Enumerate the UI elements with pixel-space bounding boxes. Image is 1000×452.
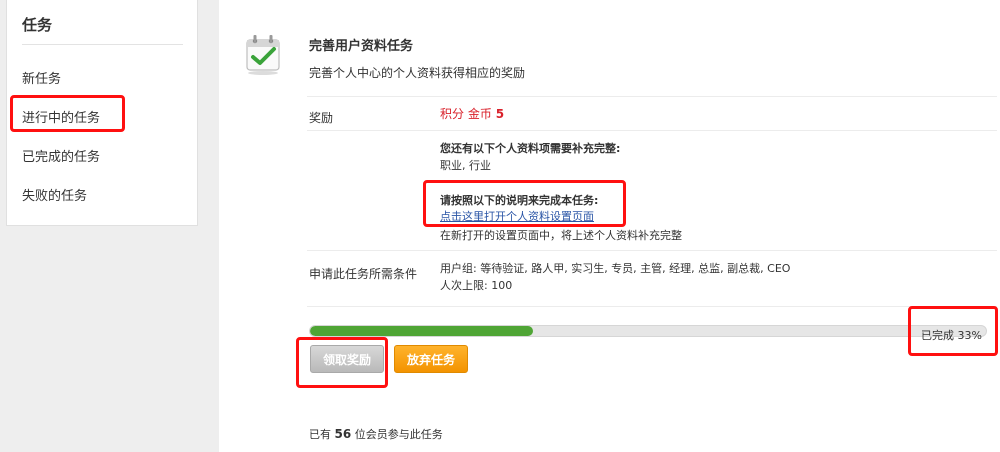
reward-points: 积分 (440, 107, 465, 121)
divider (307, 250, 997, 251)
abandon-task-button[interactable]: 放弃任务 (394, 345, 468, 373)
highlight-box-progress (908, 306, 998, 356)
participants-count: 56 (334, 427, 352, 441)
highlight-box-in-progress (10, 95, 125, 132)
user-groups: 用户组: 等待验证, 路人甲, 实习生, 专员, 主管, 经理, 总监, 副总裁… (440, 262, 791, 275)
progress-bar (309, 325, 987, 337)
reward-coin: 金币 (467, 107, 492, 121)
highlight-box-instructions (423, 180, 626, 227)
sidebar-title: 任务 (22, 16, 53, 34)
divider (307, 96, 997, 97)
highlight-box-claim-button (296, 337, 388, 388)
progress-bar-fill (310, 326, 534, 336)
conditions-label: 申请此任务所需条件 (309, 267, 418, 281)
missing-fields: 职业, 行业 (440, 159, 491, 172)
sidebar-item-failed-tasks[interactable]: 失败的任务 (22, 185, 87, 204)
instructions-note: 在新打开的设置页面中，将上述个人资料补充完整 (440, 229, 682, 242)
missing-fields-heading: 您还有以下个人资料项需要补充完整: (440, 142, 621, 155)
participants-prefix: 已有 (309, 428, 331, 441)
participant-limit: 人次上限: 100 (440, 279, 513, 292)
reward-value: 积分 金币 5 (440, 106, 504, 122)
sidebar-item-new-tasks[interactable]: 新任务 (22, 68, 61, 87)
reward-amount: 5 (495, 107, 505, 121)
divider (307, 130, 997, 131)
participants-info: 已有 56 位会员参与此任务 (309, 426, 443, 442)
sidebar-item-completed-tasks[interactable]: 已完成的任务 (22, 146, 100, 165)
task-checklist-icon (246, 35, 280, 75)
task-title: 完善用户资料任务 (309, 39, 414, 54)
task-description: 完善个人中心的个人资料获得相应的奖励 (309, 66, 526, 80)
divider (307, 306, 997, 307)
participants-suffix: 位会员参与此任务 (354, 428, 443, 441)
sidebar-divider (22, 44, 183, 45)
reward-label: 奖励 (309, 111, 334, 125)
